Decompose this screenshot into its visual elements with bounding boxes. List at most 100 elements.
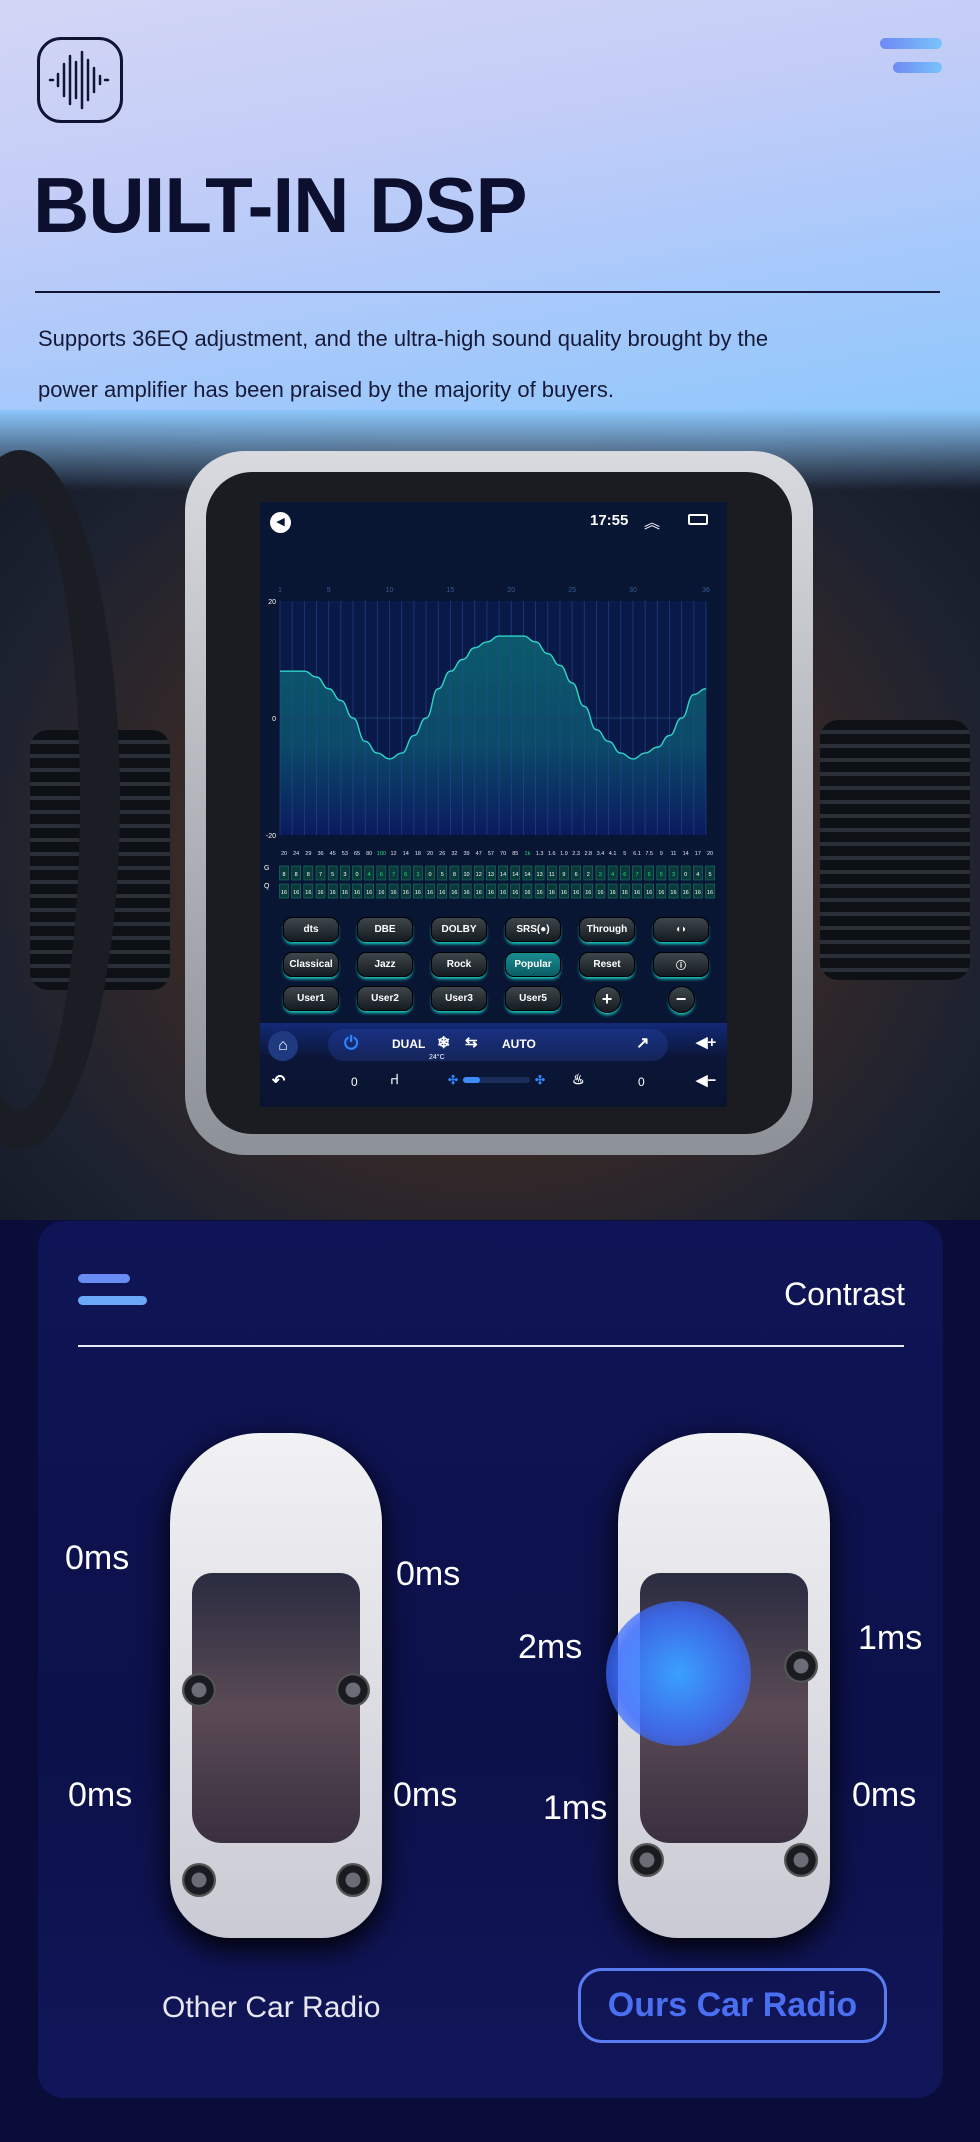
menu-icon[interactable] <box>880 38 942 78</box>
eq-button-reset[interactable]: Reset <box>579 952 635 977</box>
q-value: 16 <box>403 890 409 896</box>
band-index-label: 20 <box>507 587 515 594</box>
seat-heat-icon[interactable]: ♨ <box>572 1071 585 1088</box>
band-index-label: 10 <box>386 587 394 594</box>
freq-label: 5 <box>623 851 626 857</box>
g-value: 6 <box>380 872 383 878</box>
eq-button-[interactable]: ⓘ <box>653 952 709 977</box>
g-value: 5 <box>708 872 711 878</box>
car-other <box>170 1433 382 1938</box>
freq-label: 12 <box>390 851 396 857</box>
eq-button-popular[interactable]: Popular <box>505 952 561 977</box>
eq-button-dbe[interactable]: DBE <box>357 917 413 942</box>
fan-slider[interactable] <box>463 1077 530 1083</box>
freq-label: 45 <box>330 851 336 857</box>
y-tick-label: -20 <box>266 833 276 840</box>
q-row-label: Q <box>264 883 270 890</box>
g-value: 6 <box>575 872 578 878</box>
eq-button-[interactable]: ◖◗ <box>653 917 709 942</box>
eq-button-dts[interactable]: dts <box>283 917 339 942</box>
q-value: 16 <box>317 890 323 896</box>
q-value: 16 <box>537 890 543 896</box>
g-value: 2 <box>599 872 602 878</box>
return-icon[interactable]: ↶ <box>272 1071 285 1091</box>
dual-button[interactable]: DUAL <box>392 1037 425 1051</box>
snowflake-icon[interactable]: ❄ <box>437 1033 450 1053</box>
eq-button-rock[interactable]: Rock <box>431 952 487 977</box>
g-value: 14 <box>512 872 518 878</box>
fan-icon: ✣ <box>535 1073 546 1087</box>
delay-label: 0ms <box>65 1539 130 1577</box>
eq-button-srs[interactable]: SRS(●) <box>505 917 561 942</box>
eq-button-dolby[interactable]: DOLBY <box>431 917 487 942</box>
home-icon[interactable]: ⌂ <box>268 1031 298 1061</box>
eq-button-user3[interactable]: User3 <box>431 986 487 1011</box>
freq-label: 2.8 <box>584 851 592 857</box>
q-value: 16 <box>330 890 336 896</box>
delay-label: 0ms <box>393 1776 458 1814</box>
temperature: 24°C <box>429 1054 445 1061</box>
g-value: 4 <box>696 872 699 878</box>
volume-down-icon[interactable]: ◀− <box>696 1071 716 1089</box>
eq-button-[interactable]: − <box>667 986 695 1013</box>
freq-label: 57 <box>488 851 494 857</box>
q-value: 16 <box>378 890 384 896</box>
power-icon[interactable]: ⏻ <box>344 1033 358 1054</box>
g-row-label: G <box>264 865 269 872</box>
recirculation-icon[interactable]: ⇆ <box>465 1033 478 1051</box>
g-value: 3 <box>416 872 419 878</box>
seat-icon[interactable]: ⑁ <box>390 1071 399 1088</box>
g-value: 14 <box>524 872 530 878</box>
left-temp-value: 0 <box>351 1075 358 1089</box>
band-index-label: 15 <box>447 587 455 594</box>
freq-label: 4.1 <box>609 851 617 857</box>
q-value: 16 <box>597 890 603 896</box>
g-value: 8 <box>307 872 310 878</box>
delay-label: 1ms <box>543 1789 608 1827</box>
freq-label: 2.3 <box>572 851 580 857</box>
eq-button-jazz[interactable]: Jazz <box>357 952 413 977</box>
g-value: 5 <box>441 872 444 878</box>
freq-label: 18 <box>415 851 421 857</box>
eq-button-user5[interactable]: User5 <box>505 986 561 1011</box>
divider <box>35 291 940 293</box>
freq-label: 1.9 <box>560 851 568 857</box>
airflow-icon[interactable]: ↗ <box>636 1033 649 1053</box>
freq-label: 14 <box>403 851 409 857</box>
q-value: 16 <box>293 890 299 896</box>
q-value: 16 <box>524 890 530 896</box>
eq-button-classical[interactable]: Classical <box>283 952 339 977</box>
freq-label: 1.3 <box>536 851 544 857</box>
eq-button-user1[interactable]: User1 <box>283 986 339 1011</box>
g-value: 8 <box>453 872 456 878</box>
g-value: 11 <box>549 872 555 878</box>
menu-icon <box>78 1274 130 1283</box>
g-value: 13 <box>488 872 494 878</box>
freq-label: 24 <box>293 851 299 857</box>
eq-button-user2[interactable]: User2 <box>357 986 413 1011</box>
g-value: 7 <box>392 872 395 878</box>
auto-button[interactable]: AUTO <box>502 1037 536 1051</box>
q-value: 16 <box>305 890 311 896</box>
q-value: 16 <box>281 890 287 896</box>
freq-label: 32 <box>451 851 457 857</box>
q-value: 16 <box>646 890 652 896</box>
eq-button-through[interactable]: Through <box>579 917 635 942</box>
contrast-title: Contrast <box>784 1276 905 1312</box>
eq-chart[interactable]: 1 5 10 15 20 25 30 36200-2020 24 29 36 45 53 65 80 100 1… <box>260 502 727 912</box>
right-temp-value: 0 <box>638 1075 645 1089</box>
g-value: 10 <box>464 872 470 878</box>
freq-label: 36 <box>317 851 323 857</box>
q-value: 16 <box>354 890 360 896</box>
q-value: 16 <box>500 890 506 896</box>
fan-icon: ✣ <box>448 1073 459 1087</box>
freq-label: 85 <box>512 851 518 857</box>
eq-button-[interactable]: + <box>593 986 621 1013</box>
page-title: BUILT-IN DSP <box>33 161 528 249</box>
volume-up-icon[interactable]: ◀+ <box>696 1033 716 1051</box>
g-value: 6 <box>404 872 407 878</box>
g-value: 6 <box>623 872 626 878</box>
g-value: 3 <box>343 872 346 878</box>
g-value: 6 <box>648 872 651 878</box>
q-value: 16 <box>415 890 421 896</box>
